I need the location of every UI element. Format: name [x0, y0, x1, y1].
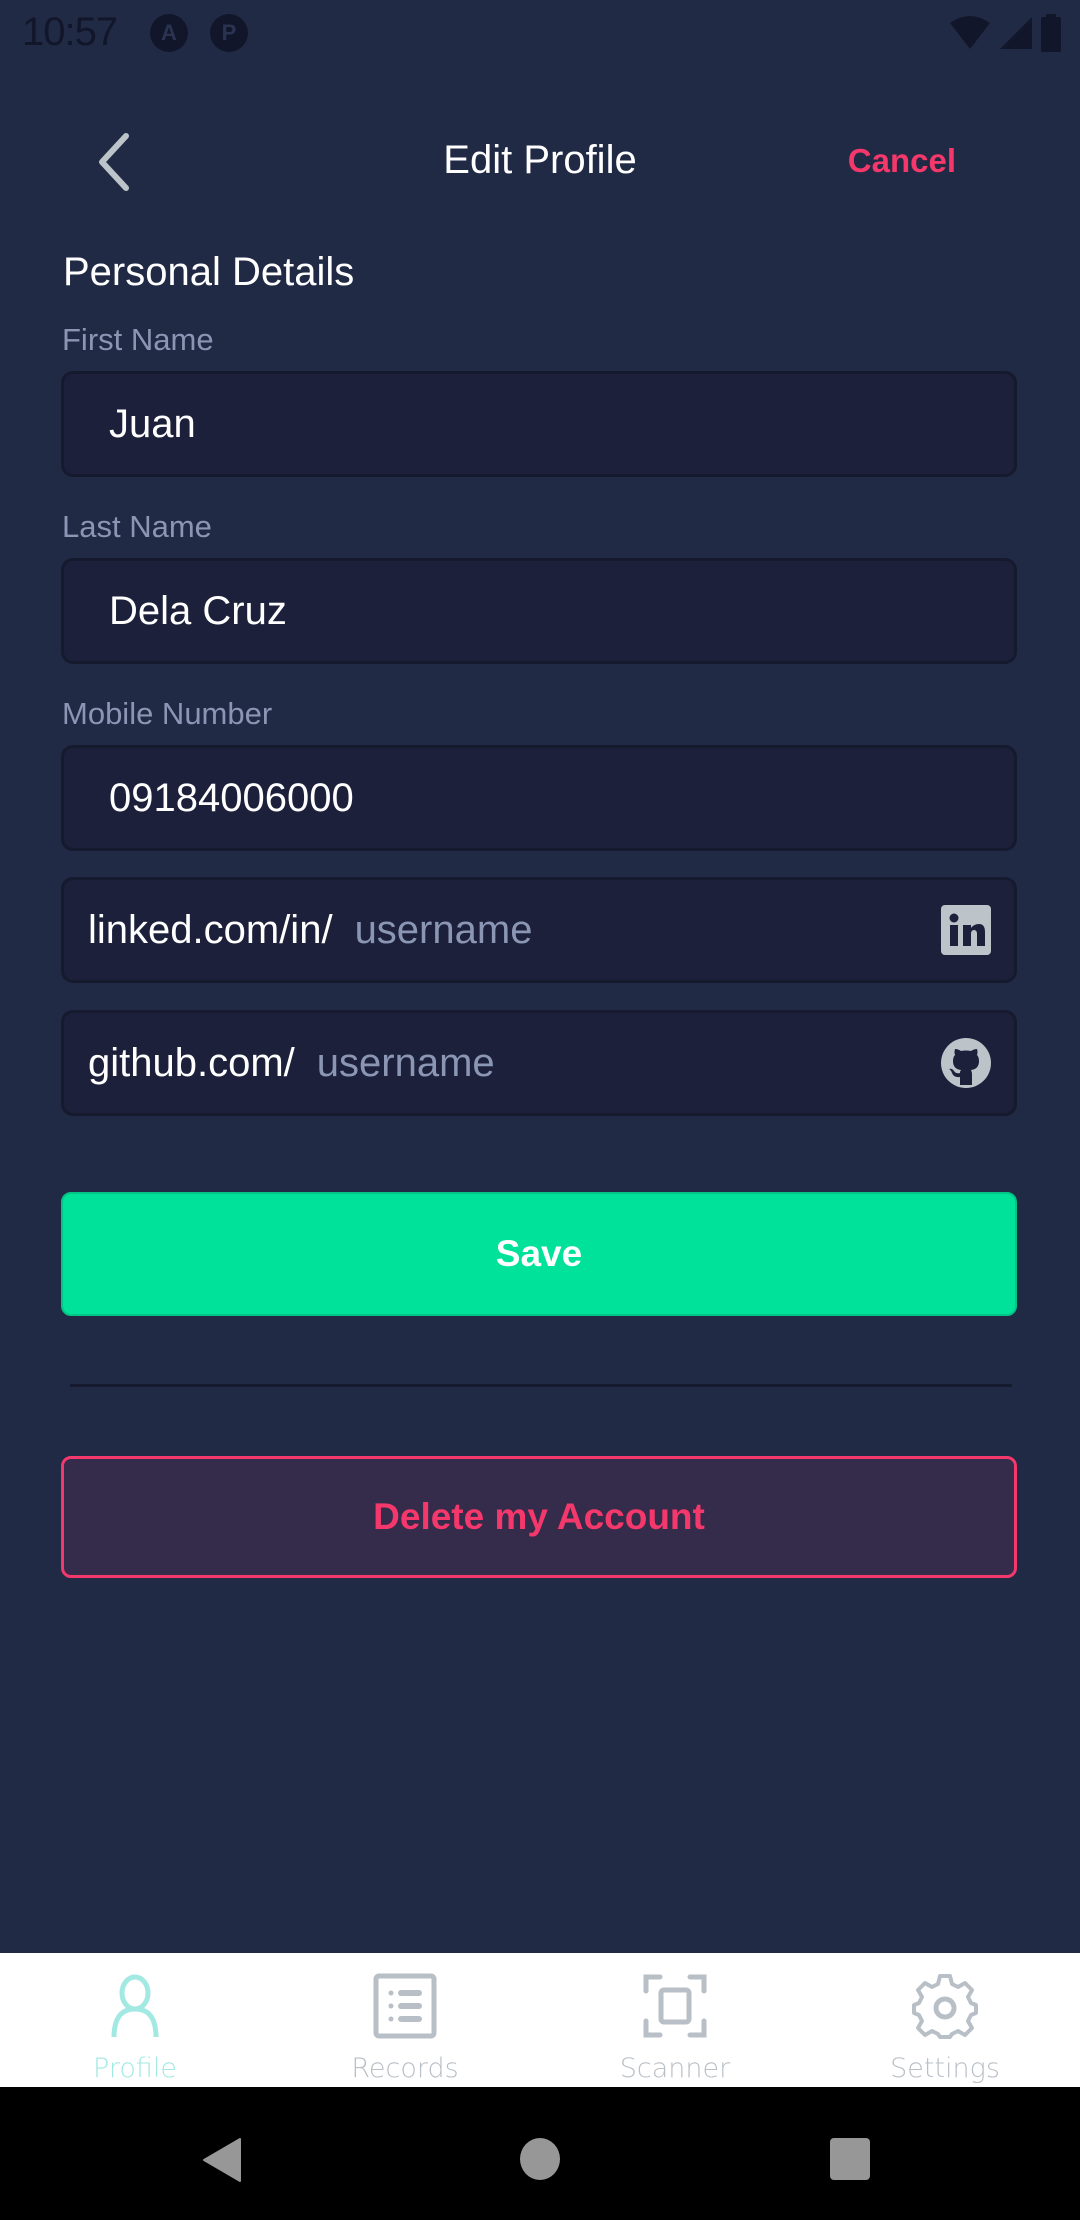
status-time: 10:57 [22, 10, 118, 54]
last-name-input[interactable] [64, 560, 1014, 662]
first-name-label: First Name [62, 322, 214, 357]
tab-profile[interactable]: Profile [0, 1953, 270, 2087]
tab-label: Scanner [619, 2053, 731, 2084]
linkedin-username-input[interactable] [332, 879, 940, 981]
battery-icon [1041, 14, 1061, 52]
linkedin-icon [941, 905, 991, 955]
tab-label: Records [351, 2053, 459, 2084]
bottom-tab-bar: Profile Records Scanner Settings [0, 1953, 1080, 2087]
github-field[interactable]: github.com/ [61, 1010, 1017, 1116]
linkedin-field[interactable]: linked.com/in/ [61, 877, 1017, 983]
tab-label: Profile [93, 2053, 177, 2084]
mobile-number-input[interactable] [64, 747, 1014, 849]
gear-icon [912, 1974, 978, 2039]
nav-back-icon[interactable] [200, 2137, 246, 2183]
header: Edit Profile Cancel [0, 110, 1080, 210]
scan-icon [643, 1974, 707, 2038]
system-nav-bar [0, 2087, 1080, 2220]
first-name-input[interactable] [64, 373, 1014, 475]
tab-records[interactable]: Records [270, 1953, 540, 2087]
github-prefix: github.com/ [88, 1040, 295, 1085]
nav-home-icon[interactable] [519, 2137, 561, 2181]
delete-account-button[interactable]: Delete my Account [61, 1456, 1017, 1578]
notification-app-icon: P [210, 14, 248, 52]
github-username-input[interactable] [294, 1012, 940, 1114]
status-indicators [950, 14, 1062, 52]
linkedin-prefix: linked.com/in/ [88, 907, 333, 952]
status-bar: 10:57 A P [0, 0, 1080, 66]
nav-recents-icon[interactable] [829, 2137, 871, 2181]
divider [70, 1384, 1012, 1387]
notification-app-icon: A [150, 14, 188, 52]
mobile-number-label: Mobile Number [62, 696, 273, 731]
github-icon [941, 1038, 991, 1088]
section-title: Personal Details [63, 250, 355, 294]
mobile-number-field[interactable] [61, 745, 1017, 851]
first-name-field[interactable] [61, 371, 1017, 477]
signal-icon [1000, 17, 1032, 49]
last-name-label: Last Name [62, 509, 212, 544]
tab-settings[interactable]: Settings [810, 1953, 1080, 2087]
tab-label: Settings [890, 2053, 1000, 2084]
save-button[interactable]: Save [61, 1192, 1017, 1316]
cancel-button[interactable]: Cancel [848, 142, 956, 180]
tab-scanner[interactable]: Scanner [540, 1953, 810, 2087]
user-icon [111, 1974, 159, 2038]
list-icon [373, 1973, 437, 2039]
last-name-field[interactable] [61, 558, 1017, 664]
wifi-icon [950, 16, 990, 49]
